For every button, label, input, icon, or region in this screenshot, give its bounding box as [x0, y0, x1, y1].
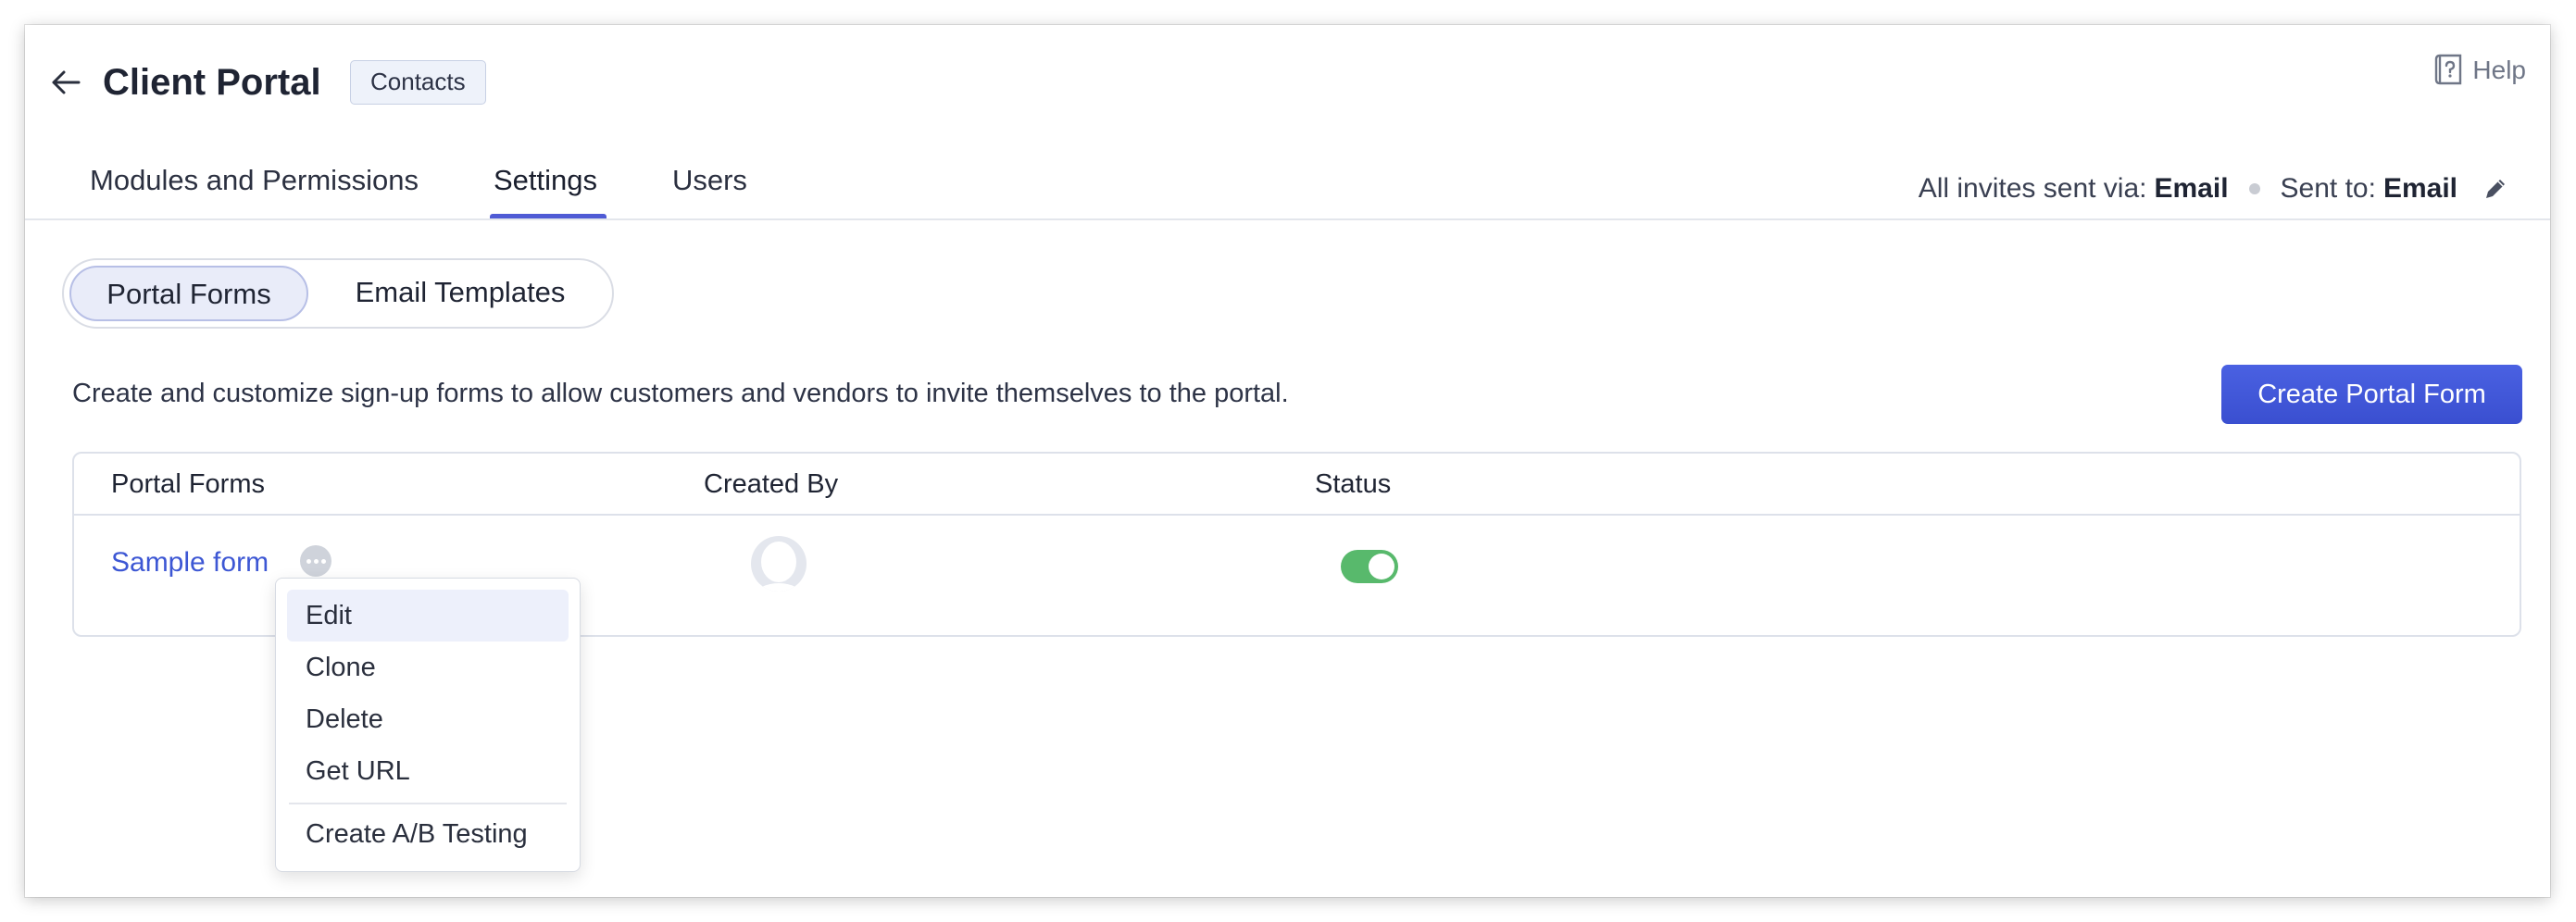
menu-divider	[289, 803, 567, 804]
invites-via-value: Email	[2154, 173, 2229, 204]
form-name-link[interactable]: Sample form	[111, 547, 269, 579]
tab-settings[interactable]: Settings	[489, 164, 606, 218]
invite-settings: All invites sent via: Email Sent to: Ema…	[1919, 173, 2509, 205]
more-options-icon[interactable]	[300, 545, 331, 577]
invites-via-label: All invites sent via:	[1918, 173, 2147, 204]
table-header: Portal Forms Created By Status	[74, 454, 2520, 516]
tab-users[interactable]: Users	[672, 164, 747, 197]
menu-item-delete[interactable]: Delete	[287, 693, 569, 745]
help-book-icon	[2435, 54, 2462, 85]
menu-item-get-url[interactable]: Get URL	[287, 745, 569, 797]
sent-to-value: Email	[2382, 173, 2457, 204]
sent-to-label: Sent to:	[2280, 173, 2376, 204]
help-link[interactable]: Help	[2433, 53, 2526, 88]
column-header-portal-forms: Portal Forms	[111, 469, 265, 499]
create-portal-form-button[interactable]: Create Portal Form	[2221, 365, 2522, 424]
page-title: Client Portal	[103, 62, 321, 103]
forms-templates-toggle: Portal Forms Email Templates	[62, 258, 614, 329]
help-label: Help	[2472, 56, 2526, 84]
toggle-knob	[1369, 554, 1394, 579]
column-header-created-by: Created By	[704, 469, 839, 499]
status-toggle[interactable]	[1341, 550, 1398, 583]
row-actions-menu: Edit Clone Delete Get URL Create A/B Tes…	[275, 578, 581, 872]
tab-modules-and-permissions[interactable]: Modules and Permissions	[90, 164, 419, 197]
menu-item-create-ab-testing[interactable]: Create A/B Testing	[287, 808, 569, 860]
edit-pencil-icon[interactable]	[2482, 175, 2509, 203]
segment-portal-forms[interactable]: Portal Forms	[69, 266, 308, 321]
separator-dot	[2248, 183, 2260, 194]
back-arrow-icon[interactable]	[47, 64, 84, 101]
settings-tabs: Modules and Permissions Settings Users	[90, 164, 822, 218]
section-description: Create and customize sign-up forms to al…	[72, 379, 1289, 408]
menu-item-clone[interactable]: Clone	[287, 642, 569, 693]
column-header-status: Status	[1315, 469, 1392, 499]
avatar	[751, 536, 807, 592]
tab-divider	[25, 218, 2550, 220]
module-badge: Contacts	[350, 60, 486, 105]
menu-item-edit[interactable]: Edit	[287, 590, 569, 642]
client-portal-window: Client Portal Contacts Help Modules and …	[25, 25, 2550, 897]
segment-email-templates[interactable]: Email Templates	[321, 266, 599, 321]
